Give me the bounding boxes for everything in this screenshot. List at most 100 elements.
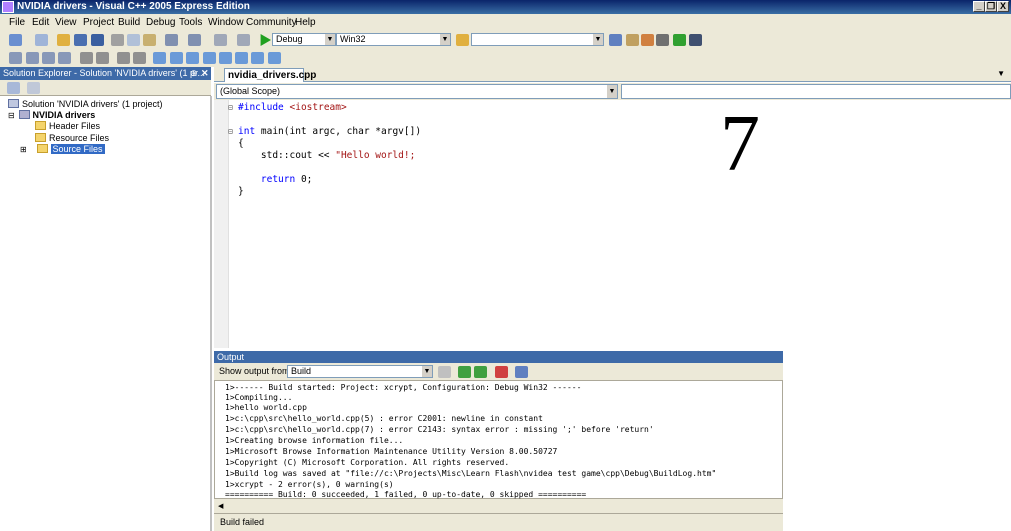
open-file-icon[interactable]	[57, 34, 70, 46]
tree-folder-header[interactable]: Header Files	[35, 121, 100, 132]
comment-icon[interactable]	[117, 52, 130, 64]
menu-project[interactable]: Project	[83, 16, 114, 29]
navigate-forward-icon[interactable]	[237, 34, 250, 46]
chevron-down-icon: ▼	[440, 34, 450, 45]
expand-icon[interactable]: ⊞	[20, 144, 34, 155]
start-page-icon[interactable]	[673, 34, 686, 46]
parameter-info-icon[interactable]	[26, 52, 39, 64]
menu-view[interactable]: View	[55, 16, 77, 29]
chevron-down-icon: ▼	[593, 34, 603, 45]
clear-bookmarks-icon[interactable]	[268, 52, 281, 64]
increase-indent-icon[interactable]	[96, 52, 109, 64]
menu-file[interactable]: File	[9, 16, 25, 29]
menu-edit[interactable]: Edit	[32, 16, 49, 29]
show-all-files-icon[interactable]	[27, 82, 40, 94]
collapse-icon[interactable]: ⊟	[8, 110, 16, 121]
uncomment-icon[interactable]	[133, 52, 146, 64]
outline-collapse-icon[interactable]: ⊟	[228, 102, 233, 114]
menu-help[interactable]: Help	[295, 16, 316, 29]
next-bookmark-doc-icon[interactable]	[251, 52, 264, 64]
project-icon	[18, 110, 30, 119]
menu-build[interactable]: Build	[118, 16, 140, 29]
code-line-3: int main(int argc, char *argv[])	[238, 126, 422, 137]
command-window-icon[interactable]	[689, 34, 702, 46]
menu-tools[interactable]: Tools	[179, 16, 202, 29]
next-bookmark-folder-icon[interactable]	[219, 52, 232, 64]
next-bookmark-icon[interactable]	[186, 52, 199, 64]
outline-collapse-icon[interactable]: ⊟	[228, 126, 233, 138]
show-output-label: Show output from:	[219, 366, 293, 376]
solution-tree: Solution 'NVIDIA drivers' (1 project) ⊟ …	[0, 96, 212, 531]
tree-folder-resource[interactable]: Resource Files	[35, 133, 109, 144]
properties-icon[interactable]	[626, 34, 639, 46]
add-item-icon[interactable]	[35, 34, 48, 46]
paste-icon[interactable]	[143, 34, 156, 46]
app-icon	[2, 1, 14, 13]
navigate-back-icon[interactable]	[214, 34, 227, 46]
find-in-files-icon[interactable]	[456, 34, 469, 46]
close-button[interactable]: X	[997, 1, 1009, 12]
code-editor[interactable]: ⊟ #include <iostream> ⊟ int main(int arg…	[214, 100, 1011, 348]
output-text[interactable]: 1>------ Build started: Project: xcrypt,…	[214, 380, 783, 499]
tree-project[interactable]: ⊟ NVIDIA drivers	[8, 110, 95, 121]
clear-all-icon[interactable]	[495, 366, 508, 378]
solution-icon	[8, 99, 19, 108]
prev-bookmark-folder-icon[interactable]	[203, 52, 216, 64]
find-combo[interactable]: ▼	[471, 33, 604, 46]
pin-icon[interactable]: ⊕	[190, 67, 198, 80]
member-list-icon[interactable]	[9, 52, 22, 64]
copy-icon[interactable]	[127, 34, 140, 46]
save-all-icon[interactable]	[91, 34, 104, 46]
bookmark-icon[interactable]	[153, 52, 166, 64]
solution-explorer-toolbar	[0, 80, 211, 96]
find-next-message-icon[interactable]	[474, 366, 487, 378]
tree-folder-source[interactable]: ⊞ Source Files	[20, 144, 105, 155]
output-line: 1>c:\cpp\src\hello_world.cpp(5) : error …	[225, 414, 543, 423]
window-title: NVIDIA drivers - Visual C++ 2005 Express…	[17, 1, 250, 12]
complete-word-icon[interactable]	[58, 52, 71, 64]
go-to-line-icon[interactable]	[438, 366, 451, 378]
tools-icon[interactable]	[656, 34, 669, 46]
quick-info-icon[interactable]	[42, 52, 55, 64]
output-line: 1>xcrypt - 2 error(s), 0 warning(s)	[225, 480, 394, 489]
word-wrap-icon[interactable]	[515, 366, 528, 378]
chevron-down-icon[interactable]: ▼	[997, 69, 1005, 78]
standard-toolbar: Debug ▼ Win32 ▼ ▼	[0, 31, 1011, 49]
close-icon[interactable]: ✕	[201, 67, 209, 80]
output-source-select[interactable]: Build ▼	[287, 365, 433, 378]
member-select[interactable]	[621, 84, 1011, 99]
restore-button[interactable]: ❐	[985, 1, 997, 12]
solution-explorer-icon[interactable]	[609, 34, 622, 46]
configuration-select[interactable]: Debug ▼	[272, 33, 336, 46]
redo-icon[interactable]	[188, 34, 201, 46]
save-icon[interactable]	[74, 34, 87, 46]
toolbox-icon[interactable]	[641, 34, 654, 46]
menu-debug[interactable]: Debug	[146, 16, 175, 29]
undo-icon[interactable]	[165, 34, 178, 46]
tree-solution[interactable]: Solution 'NVIDIA drivers' (1 project)	[8, 99, 163, 110]
new-project-icon[interactable]	[9, 34, 22, 46]
start-debugging-icon[interactable]	[260, 34, 271, 46]
output-header: Output	[214, 351, 783, 363]
menu-bar: File Edit View Project Build Debug Tools…	[0, 14, 1011, 31]
platform-select[interactable]: Win32 ▼	[336, 33, 451, 46]
tab-nvidia-drivers-cpp[interactable]: nvidia_drivers.cpp	[224, 68, 316, 82]
output-line: 1>c:\cpp\src\hello_world.cpp(7) : error …	[225, 425, 654, 434]
decrease-indent-icon[interactable]	[80, 52, 93, 64]
output-line: 1>Compiling...	[225, 393, 293, 402]
minimize-button[interactable]: _	[973, 1, 985, 12]
properties-icon[interactable]	[7, 82, 20, 94]
output-line: 1>Creating browse information file...	[225, 436, 404, 445]
menu-community[interactable]: Community	[246, 16, 297, 29]
scope-select[interactable]: (Global Scope) ▼	[216, 84, 618, 99]
cut-icon[interactable]	[111, 34, 124, 46]
prev-bookmark-doc-icon[interactable]	[235, 52, 248, 64]
overlay-number: 7	[720, 100, 760, 188]
find-prev-message-icon[interactable]	[458, 366, 471, 378]
output-line: 1>Microsoft Browse Information Maintenan…	[225, 447, 558, 456]
scroll-left-icon[interactable]: ◀	[218, 502, 223, 510]
horizontal-scrollbar[interactable]: ◀	[214, 499, 783, 513]
previous-bookmark-icon[interactable]	[170, 52, 183, 64]
output-line: 1>hello world.cpp	[225, 403, 307, 412]
menu-window[interactable]: Window	[208, 16, 244, 29]
